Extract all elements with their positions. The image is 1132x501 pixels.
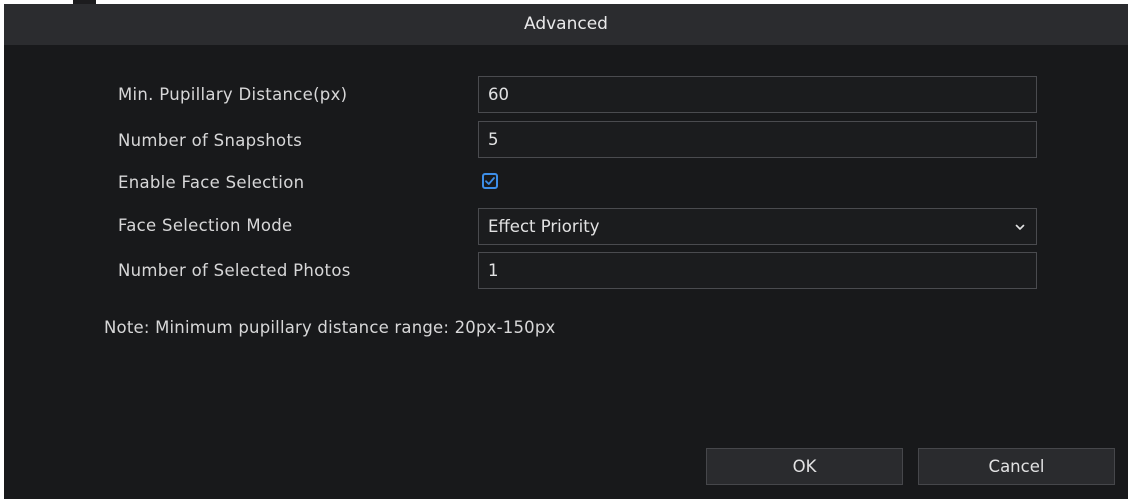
number-of-selected-photos-input[interactable]: 1 (478, 252, 1037, 289)
face-selection-mode-label: Face Selection Mode (118, 216, 293, 235)
enable-face-selection-checkbox[interactable] (482, 173, 498, 189)
ok-button[interactable]: OK (706, 448, 903, 485)
checkmark-icon (485, 177, 495, 185)
chevron-down-icon (1015, 224, 1025, 230)
number-of-selected-photos-label: Number of Selected Photos (118, 261, 351, 280)
number-of-snapshots-input[interactable]: 5 (478, 121, 1037, 158)
number-of-snapshots-label: Number of Snapshots (118, 131, 303, 150)
pupillary-distance-note: Note: Minimum pupillary distance range: … (104, 318, 556, 337)
advanced-dialog: Advanced Min. Pupillary Distance(px) 60 … (4, 4, 1128, 499)
face-selection-mode-value: Effect Priority (488, 217, 600, 236)
min-pupillary-distance-input[interactable]: 60 (478, 76, 1037, 113)
min-pupillary-distance-label: Min. Pupillary Distance(px) (118, 85, 348, 104)
face-selection-mode-select[interactable]: Effect Priority (478, 208, 1037, 245)
enable-face-selection-label: Enable Face Selection (118, 173, 305, 192)
dialog-title: Advanced (4, 4, 1128, 45)
cancel-button[interactable]: Cancel (918, 448, 1115, 485)
